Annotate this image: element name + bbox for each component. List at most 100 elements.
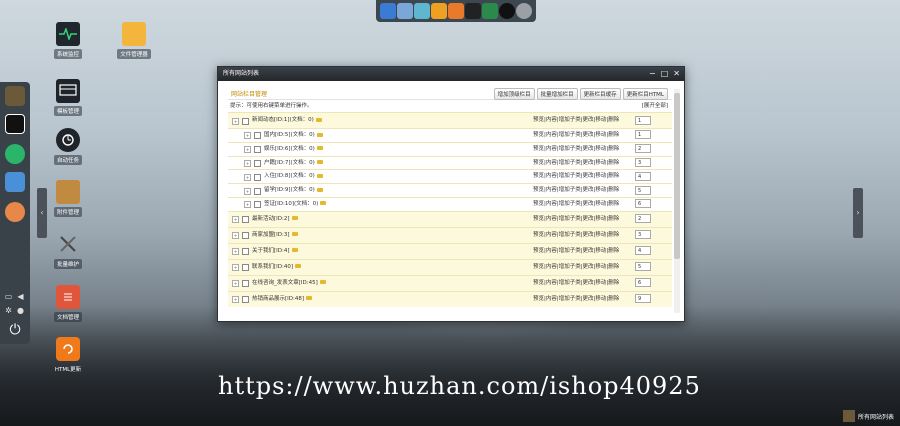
desktop-icon-batch[interactable]: 批量维护 bbox=[43, 232, 93, 269]
update-html-button[interactable]: 更新栏目HTML bbox=[622, 88, 668, 100]
column-name[interactable]: 签证[ID:10](文档：0) bbox=[264, 198, 327, 211]
house-icon[interactable] bbox=[396, 3, 413, 19]
column-name[interactable]: 入住[ID:8](文档：0) bbox=[264, 170, 323, 183]
expand-toggle-icon[interactable]: + bbox=[232, 264, 239, 272]
user-icon[interactable] bbox=[482, 3, 499, 19]
column-row[interactable]: + 入住[ID:8](文档：0) 预览|内容|增加子类|更改|移动|删除 4 bbox=[228, 169, 672, 184]
desktop-icon-system-monitor[interactable]: 系统监控 bbox=[43, 22, 93, 59]
column-name[interactable]: 户籍[ID:7](文档：0) bbox=[264, 157, 323, 170]
desktop-icon-file-manager[interactable]: 文件管理器 bbox=[109, 22, 159, 59]
column-name[interactable]: 国内[ID:5](文档：0) bbox=[264, 129, 323, 142]
column-name[interactable]: 关于我们[ID:4] bbox=[252, 244, 298, 259]
ball-icon[interactable] bbox=[499, 3, 516, 19]
row-actions[interactable]: 预览|内容|增加子类|更改|移动|删除 bbox=[533, 276, 619, 291]
row-checkbox[interactable] bbox=[242, 280, 249, 288]
row-checkbox[interactable] bbox=[242, 232, 249, 240]
column-row[interactable]: + 关于我们[ID:4] 预览|内容|增加子类|更改|移动|删除 4 bbox=[228, 242, 672, 259]
row-actions[interactable]: 预览|内容|增加子类|更改|移动|删除 bbox=[533, 198, 619, 211]
row-checkbox[interactable] bbox=[254, 132, 261, 140]
notes-icon[interactable] bbox=[5, 202, 25, 222]
window-titlebar[interactable]: 所有网站列表 − □ ✕ bbox=[218, 67, 684, 81]
expand-toggle-icon[interactable]: + bbox=[232, 117, 239, 125]
column-row[interactable]: + 商家加盟[ID:3] 预览|内容|增加子类|更改|移动|删除 3 bbox=[228, 226, 672, 243]
row-checkbox[interactable] bbox=[254, 173, 261, 181]
sort-order-input[interactable]: 6 bbox=[635, 278, 651, 288]
expand-toggle-icon[interactable]: + bbox=[244, 201, 251, 209]
row-actions[interactable]: 预览|内容|增加子类|更改|移动|删除 bbox=[533, 129, 619, 142]
column-row[interactable]: + 在线咨询_发表文章[ID:45] 预览|内容|增加子类|更改|移动|删除 6 bbox=[228, 274, 672, 291]
sort-order-input[interactable]: 6 bbox=[635, 199, 651, 209]
power-icon[interactable]: ⏻ bbox=[7, 322, 23, 338]
row-checkbox[interactable] bbox=[242, 216, 249, 224]
column-row[interactable]: + 户籍[ID:7](文档：0) 预览|内容|增加子类|更改|移动|删除 3 bbox=[228, 155, 672, 170]
bottom-right-taskbar-item[interactable]: 所有网站列表 bbox=[842, 410, 894, 422]
sort-order-input[interactable]: 3 bbox=[635, 230, 651, 240]
column-name[interactable]: 热销商品展示[ID:48] bbox=[252, 292, 313, 307]
column-name[interactable]: 联系我们[ID:40] bbox=[252, 260, 302, 275]
desktop-icon-doc-manage[interactable]: 文档管理 bbox=[43, 285, 93, 322]
chat-icon[interactable] bbox=[5, 144, 25, 164]
column-row[interactable]: + 最新活动[ID:2] 预览|内容|增加子类|更改|移动|删除 2 bbox=[228, 210, 672, 227]
minimize-icon[interactable]: − bbox=[649, 67, 656, 81]
sort-order-input[interactable]: 5 bbox=[635, 185, 651, 195]
briefcase-icon[interactable] bbox=[413, 3, 430, 19]
row-actions[interactable]: 预览|内容|增加子类|更改|移动|删除 bbox=[533, 113, 619, 128]
column-name[interactable]: 在线咨询_发表文章[ID:45] bbox=[252, 276, 326, 291]
globe-icon[interactable] bbox=[379, 3, 396, 19]
expand-toggle-icon[interactable]: + bbox=[244, 146, 251, 154]
row-actions[interactable]: 预览|内容|增加子类|更改|移动|删除 bbox=[533, 184, 619, 197]
column-name[interactable]: 留学[ID:9](文档：0) bbox=[264, 184, 323, 197]
row-actions[interactable]: 预览|内容|增加子类|更改|移动|删除 bbox=[533, 228, 619, 243]
column-name[interactable]: 新闻动态[ID:1](文档：0) bbox=[252, 113, 322, 128]
expand-toggle-icon[interactable]: + bbox=[232, 232, 239, 240]
row-checkbox[interactable] bbox=[242, 296, 249, 304]
expand-all-link[interactable]: [展开全部] bbox=[642, 100, 668, 112]
row-actions[interactable]: 预览|内容|增加子类|更改|移动|删除 bbox=[533, 244, 619, 259]
sort-order-input[interactable]: 1 bbox=[635, 115, 651, 125]
row-checkbox[interactable] bbox=[254, 201, 261, 209]
batch-add-column-button[interactable]: 批量增加栏目 bbox=[536, 88, 578, 100]
column-row[interactable]: + 留学[ID:9](文档：0) 预览|内容|增加子类|更改|移动|删除 5 bbox=[228, 183, 672, 197]
expand-toggle-icon[interactable]: + bbox=[244, 187, 251, 195]
column-name[interactable]: 娱乐[ID:6](文档：0) bbox=[264, 143, 323, 156]
column-row[interactable]: + 热销商品展示[ID:48] 预览|内容|增加子类|更改|移动|删除 9 bbox=[228, 290, 672, 307]
expand-toggle-icon[interactable]: + bbox=[244, 159, 251, 167]
update-cache-button[interactable]: 更新栏目缓存 bbox=[579, 88, 621, 100]
column-row[interactable]: + 国内[ID:5](文档：0) 预览|内容|增加子类|更改|移动|删除 1 bbox=[228, 128, 672, 142]
right-arrow-button[interactable]: › bbox=[853, 188, 863, 238]
maximize-icon[interactable]: □ bbox=[661, 67, 669, 81]
desktop-icon-auto-task[interactable]: 自动任务 bbox=[43, 128, 93, 165]
desktop-icon-html-update[interactable]: HTML更新 bbox=[43, 337, 93, 374]
sort-order-input[interactable]: 4 bbox=[635, 171, 651, 181]
sort-order-input[interactable]: 2 bbox=[635, 144, 651, 154]
settings-icon[interactable]: ✲ bbox=[4, 306, 13, 315]
sort-order-input[interactable]: 3 bbox=[635, 157, 651, 167]
sort-order-input[interactable]: 1 bbox=[635, 130, 651, 140]
expand-toggle-icon[interactable]: + bbox=[244, 132, 251, 140]
expand-toggle-icon[interactable]: + bbox=[244, 173, 251, 181]
gear-icon[interactable] bbox=[516, 3, 533, 19]
row-actions[interactable]: 预览|内容|增加子类|更改|移动|删除 bbox=[533, 143, 619, 156]
columns-icon[interactable] bbox=[5, 86, 25, 106]
row-actions[interactable]: 预览|内容|增加子类|更改|移动|删除 bbox=[533, 212, 619, 227]
expand-toggle-icon[interactable]: + bbox=[232, 248, 239, 256]
sort-order-input[interactable]: 4 bbox=[635, 246, 651, 256]
sort-order-input[interactable]: 9 bbox=[635, 294, 651, 304]
desktop-icon-attachment[interactable]: 附件管理 bbox=[43, 180, 93, 217]
pie-chart-icon[interactable] bbox=[430, 3, 447, 19]
row-actions[interactable]: 预览|内容|增加子类|更改|移动|删除 bbox=[533, 170, 619, 183]
monitor-icon[interactable]: ▭ bbox=[4, 292, 13, 301]
expand-toggle-icon[interactable]: + bbox=[232, 296, 239, 304]
window-scrollbar[interactable] bbox=[674, 89, 680, 313]
calculator-icon[interactable] bbox=[465, 3, 482, 19]
row-actions[interactable]: 预览|内容|增加子类|更改|移动|删除 bbox=[533, 260, 619, 275]
desktop-icon-template[interactable]: 模板管理 bbox=[43, 79, 93, 116]
row-checkbox[interactable] bbox=[254, 187, 261, 195]
column-row[interactable]: + 新闻动态[ID:1](文档：0) 预览|内容|增加子类|更改|移动|删除 1 bbox=[228, 112, 672, 128]
expand-toggle-icon[interactable]: + bbox=[232, 216, 239, 224]
column-name[interactable]: 最新活动[ID:2] bbox=[252, 212, 298, 227]
basketball-icon[interactable] bbox=[447, 3, 464, 19]
row-checkbox[interactable] bbox=[242, 264, 249, 272]
column-row[interactable]: + 联系我们[ID:40] 预览|内容|增加子类|更改|移动|删除 5 bbox=[228, 258, 672, 275]
row-checkbox[interactable] bbox=[254, 146, 261, 154]
